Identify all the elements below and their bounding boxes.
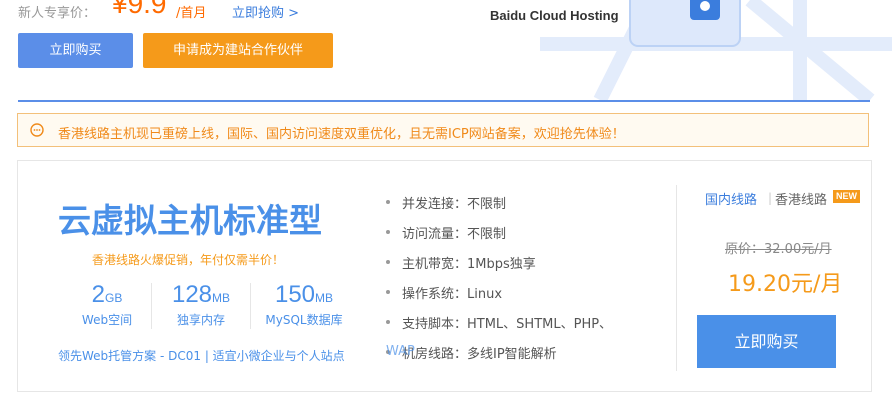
promo-unit: /首月 — [176, 6, 207, 21]
stat-label: Web空间 — [81, 313, 133, 327]
stat-memory: 128MB 独享内存 — [151, 281, 251, 328]
spec-item: 机房线路：多线IP智能解析 — [384, 343, 612, 373]
stat-unit: MB — [315, 291, 334, 305]
stat-value: 2 — [91, 281, 105, 308]
tab-hongkong-line[interactable]: 香港线路 — [775, 189, 827, 208]
stat-unit: GB — [105, 291, 123, 305]
stat-label: MySQL数据库 — [265, 313, 343, 327]
partner-apply-button[interactable]: 申请成为建站合作伙伴 — [143, 33, 333, 68]
spec-item: 并发连接：不限制 — [384, 193, 612, 223]
stat-label: 独享内存 — [176, 313, 225, 327]
hosting-illustration — [540, 0, 892, 100]
plan-description: 领先Web托管方案 - DC01 | 适宜小微企业与个人站点 — [58, 349, 345, 363]
stat-database: 150MB MySQL数据库 — [254, 281, 354, 328]
spec-item: 支持脚本：HTML、SHTML、PHP、 — [384, 313, 612, 343]
product-card: 云虚拟主机标准型 香港线路火爆促销，年付仅需半价！ 2GB Web空间 128M… — [17, 160, 872, 392]
promo-price: ¥9.9 — [112, 0, 167, 19]
chat-bubble-icon — [30, 123, 44, 137]
product-subtitle: 香港线路火爆促销，年付仅需半价！ — [91, 253, 284, 267]
section-divider — [18, 100, 870, 102]
spec-item: 主机带宽：1Mbps独享 — [384, 253, 612, 283]
stat-value: 128 — [171, 281, 213, 308]
price-column-divider — [676, 185, 677, 371]
notice-text: 香港线路主机现已重磅上线，国际、国内访问速度双重优化，且无需ICP网站备案，欢迎… — [58, 127, 625, 142]
spec-overflow-text: WAP — [386, 344, 415, 359]
tab-separator: | — [768, 191, 773, 205]
card-buy-now-button[interactable]: 立即购买 — [697, 315, 836, 368]
grab-now-link[interactable]: 立即抢购 > — [232, 2, 299, 21]
new-badge: NEW — [833, 190, 860, 203]
promo-label: 新人专享价： — [18, 6, 97, 21]
stat-value: 150 — [274, 281, 316, 308]
stat-divider — [250, 283, 251, 329]
sale-price: 19.20元/月 — [728, 272, 843, 297]
original-price: 原价：32.00元/月 — [725, 242, 832, 257]
spec-list: 并发连接：不限制 访问流量：不限制 主机带宽：1Mbps独享 操作系统：Linu… — [384, 193, 612, 373]
spec-item: 访问流量：不限制 — [384, 223, 612, 253]
spec-item: 操作系统：Linux — [384, 283, 612, 313]
buy-now-button[interactable]: 立即购买 — [18, 33, 133, 68]
stat-unit: MB — [212, 291, 231, 305]
tab-domestic-line[interactable]: 国内线路 — [705, 189, 757, 208]
product-title: 云虚拟主机标准型 — [58, 201, 322, 240]
notice-bar: 香港线路主机现已重磅上线，国际、国内访问速度双重优化，且无需ICP网站备案，欢迎… — [17, 113, 869, 147]
stat-web-space: 2GB Web空间 — [57, 281, 157, 328]
